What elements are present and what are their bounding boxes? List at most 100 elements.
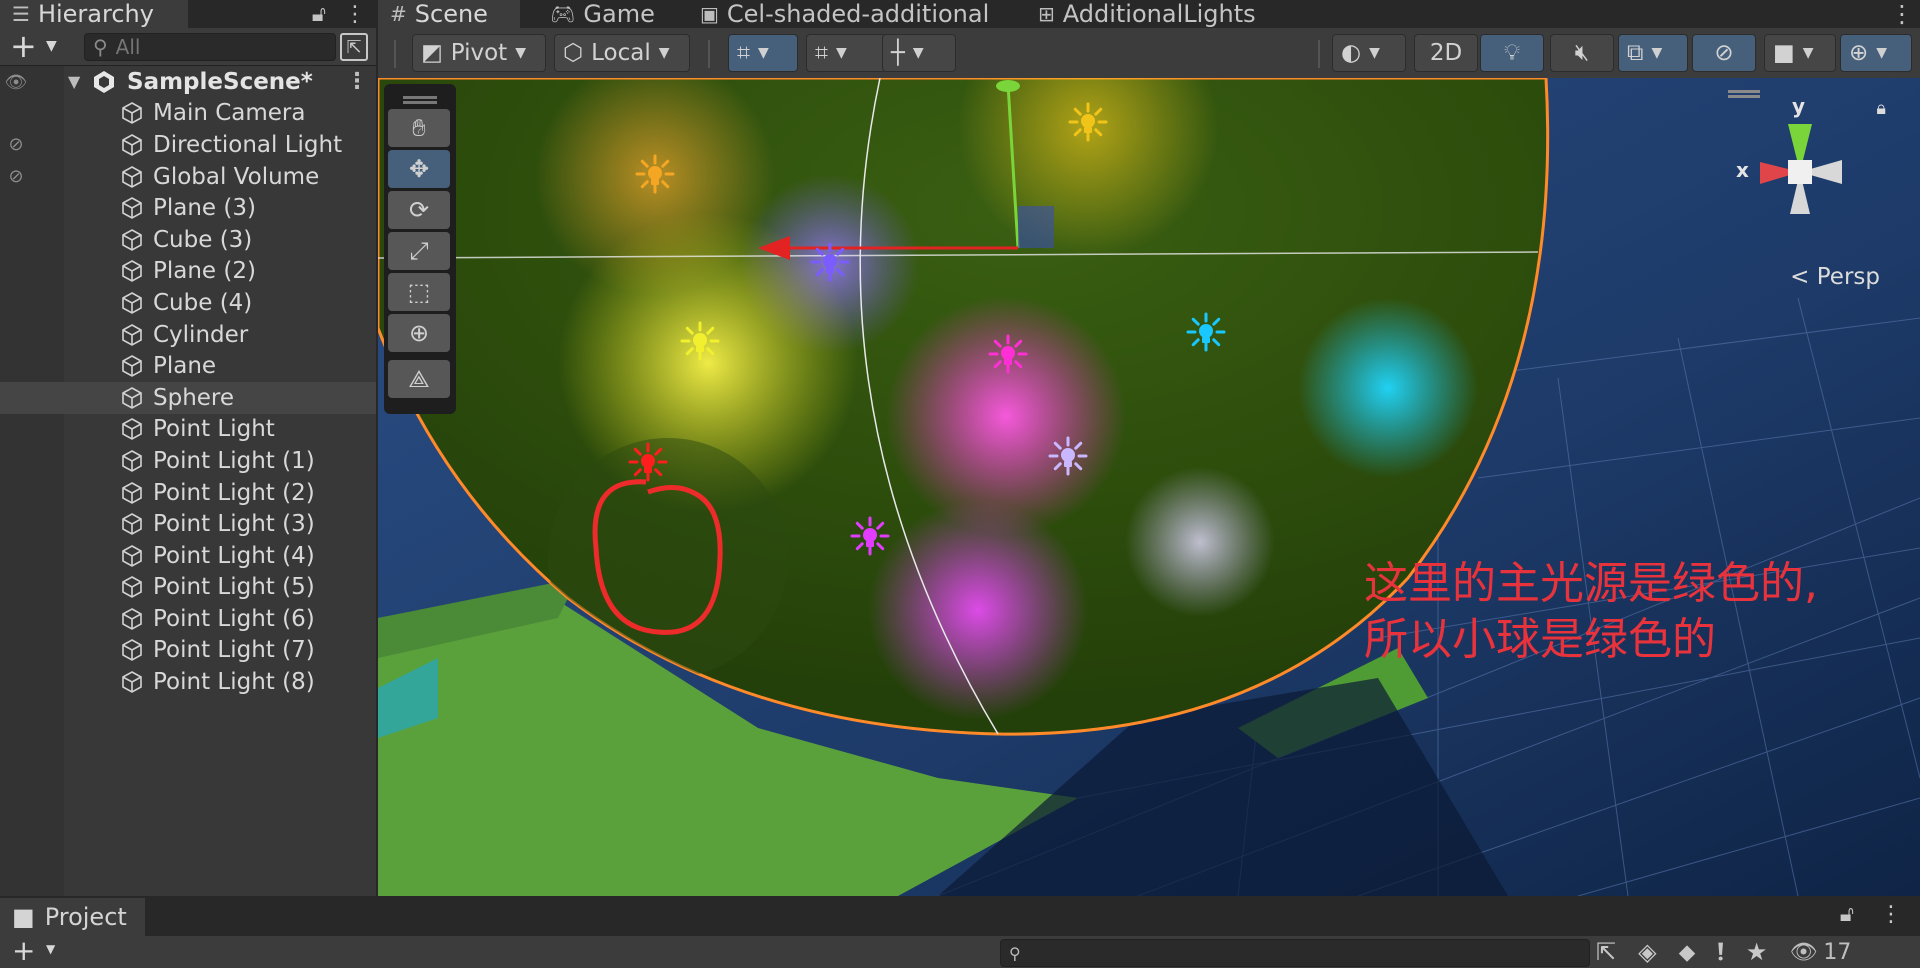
hierarchy-item[interactable]: Point Light (6) — [0, 603, 376, 635]
point-light-icon[interactable] — [1183, 311, 1229, 357]
tab-hierarchy[interactable]: ☰ Hierarchy — [0, 0, 188, 28]
create-button[interactable]: + — [10, 30, 37, 62]
scene-row[interactable]: ▼ SampleScene* ⋮ — [0, 66, 376, 98]
hierarchy-item[interactable]: Global Volume — [0, 161, 376, 193]
hidden-count: 17 — [1823, 939, 1852, 965]
local-cube-icon: ⬡ — [563, 40, 584, 66]
point-light-icon[interactable] — [1045, 435, 1091, 481]
lock-icon[interactable]: 🔓︎ — [1840, 902, 1854, 927]
hierarchy-item[interactable]: Sphere — [0, 381, 376, 414]
point-light-icon[interactable] — [625, 441, 671, 487]
hierarchy-item[interactable]: Cylinder — [0, 319, 376, 351]
camera-dropdown[interactable]: ■ ▼ — [1764, 34, 1836, 72]
gizmo-grip[interactable] — [1728, 90, 1760, 93]
custom-tool-button[interactable]: ⟁ — [388, 360, 450, 398]
hierarchy-item[interactable]: Point Light (4) — [0, 540, 376, 572]
open-in-window-icon[interactable]: ⇱ — [340, 33, 368, 61]
hierarchy-item[interactable]: Point Light (3) — [0, 508, 376, 540]
chevron-down-icon: ▼ — [1802, 45, 1814, 61]
point-light-icon[interactable] — [632, 153, 678, 199]
point-light-icon[interactable] — [1065, 101, 1111, 147]
mode-2d-toggle[interactable]: 2D — [1414, 34, 1478, 72]
scene-name: SampleScene* — [127, 68, 313, 95]
hierarchy-item[interactable]: Point Light (2) — [0, 477, 376, 509]
scene-more-options[interactable]: ⋮ — [1878, 0, 1920, 28]
warning-icon[interactable]: ❗︎ — [1717, 938, 1724, 966]
project-tab-actions: 🔓︎ ⋮ — [1840, 902, 1902, 927]
point-light-icon[interactable] — [807, 241, 853, 287]
point-light-icon[interactable] — [677, 320, 723, 366]
tab-scene[interactable]: # Scene — [378, 0, 520, 28]
hierarchy-item[interactable]: Directional Light — [0, 129, 376, 161]
projection-toggle[interactable]: < Persp — [1790, 264, 1880, 290]
more-options-icon[interactable]: ⋮ — [1880, 902, 1902, 927]
orientation-gizmo[interactable]: y x — [1730, 94, 1890, 254]
hierarchy-item[interactable]: Main Camera — [0, 98, 376, 130]
point-light-icon[interactable] — [847, 515, 893, 561]
audio-toggle[interactable]: 🔇︎ — [1550, 34, 1614, 72]
pivot-dropdown[interactable]: ◩ Pivot ▼ — [412, 34, 546, 72]
rotate-tool-button[interactable]: ⟳ — [388, 191, 450, 229]
local-label: Local — [591, 40, 651, 66]
hierarchy-item[interactable]: Point Light (1) — [0, 445, 376, 477]
lock-icon[interactable]: 🔓︎ — [312, 2, 326, 27]
palette-grip[interactable] — [388, 88, 452, 106]
hierarchy-item[interactable]: Plane (3) — [0, 192, 376, 224]
label-tag-icon[interactable]: ⬥ — [1679, 938, 1696, 966]
hierarchy-item[interactable]: Plane (2) — [0, 256, 376, 288]
cube-icon — [122, 228, 142, 251]
hierarchy-item[interactable]: Point Light (8) — [0, 666, 376, 698]
effects-dropdown[interactable]: ⧉ ▼ — [1618, 34, 1688, 72]
hierarchy-item[interactable]: Point Light (7) — [0, 635, 376, 667]
scale-tool-button[interactable]: ⤢ — [388, 232, 450, 270]
point-light-icon[interactable] — [985, 333, 1031, 379]
hierarchy-item-label: Point Light (5) — [153, 574, 315, 601]
chevron-down-icon[interactable]: ▼ — [46, 942, 55, 956]
ruler-toggle[interactable]: ┼ ▼ — [882, 34, 956, 72]
chevron-down-icon[interactable]: ▼ — [46, 38, 57, 54]
scene-visibility-toggle[interactable]: ⊘ — [1692, 34, 1756, 72]
grid-snap-toggle[interactable]: ⌗ ▼ — [728, 34, 798, 72]
mode-2d-label: 2D — [1429, 40, 1463, 66]
shading-sphere-icon: ◐ — [1341, 40, 1362, 66]
tab-additional-lights[interactable]: ⊞ AdditionalLights — [1026, 0, 1268, 28]
search-by-type-icon[interactable]: ◈ — [1638, 938, 1656, 966]
tab-cel-shaded[interactable]: ▣ Cel-shaded-additional — [688, 0, 1001, 28]
more-options-icon: ⋮ — [1890, 0, 1914, 28]
hierarchy-search-input[interactable] — [115, 35, 316, 59]
hierarchy-item-label: Point Light — [153, 416, 275, 443]
hidden-packages-toggle[interactable]: 👁︎ 17 — [1789, 940, 1851, 965]
gizmos-dropdown[interactable]: ⊕ ▼ — [1840, 34, 1912, 72]
transform-tool-button[interactable]: ⊕ — [388, 314, 450, 352]
local-dropdown[interactable]: ⬡ Local ▼ — [554, 34, 690, 72]
chevron-down-icon: ▼ — [912, 45, 924, 61]
tab-project[interactable]: ■ Project — [0, 898, 145, 936]
draw-mode-dropdown[interactable]: ◐ ▼ — [1332, 34, 1406, 72]
scale-icon: ⤢ — [409, 237, 429, 265]
increment-snap-toggle[interactable]: ⌗ ▼ — [806, 34, 886, 72]
open-in-window-icon[interactable]: ⇱ — [1596, 938, 1616, 966]
cube-icon — [122, 671, 142, 693]
hierarchy-search[interactable]: ⚲ — [84, 33, 336, 61]
more-options-icon[interactable]: ⋮ — [344, 2, 366, 27]
hierarchy-item[interactable]: Point Light (5) — [0, 572, 376, 604]
cube-icon — [122, 576, 142, 599]
chevron-down-icon: ▼ — [515, 45, 526, 61]
create-button[interactable]: + — [12, 934, 35, 967]
hierarchy-item[interactable]: Point Light — [0, 414, 376, 446]
layers-icon: ⧉ — [1627, 40, 1644, 66]
tab-game[interactable]: 🎮︎ Game — [538, 0, 667, 28]
scene-menu-icon[interactable]: ⋮ — [346, 69, 368, 94]
scene-viewport[interactable]: ✋︎ ✥ ⟳ ⤢ ⬚ ⊕ ⟁ 🔒︎ y x < Persp — [378, 78, 1920, 896]
favorite-star-icon[interactable]: ★ — [1746, 938, 1768, 966]
rect-tool-button[interactable]: ⬚ — [388, 273, 450, 311]
lighting-toggle[interactable]: 💡︎ — [1480, 34, 1544, 72]
hierarchy-item[interactable]: Plane — [0, 350, 376, 382]
hierarchy-item[interactable]: Cube (4) — [0, 287, 376, 319]
scene-tabbar: # Scene 🎮︎ Game ▣ Cel-shaded-additional … — [378, 0, 1920, 28]
expand-triangle-icon[interactable]: ▼ — [68, 72, 80, 91]
project-search-input[interactable]: ⚲ — [1000, 939, 1590, 967]
hand-tool-button[interactable]: ✋︎ — [388, 109, 450, 147]
move-tool-button[interactable]: ✥ — [388, 150, 450, 188]
hierarchy-item[interactable]: Cube (3) — [0, 224, 376, 256]
